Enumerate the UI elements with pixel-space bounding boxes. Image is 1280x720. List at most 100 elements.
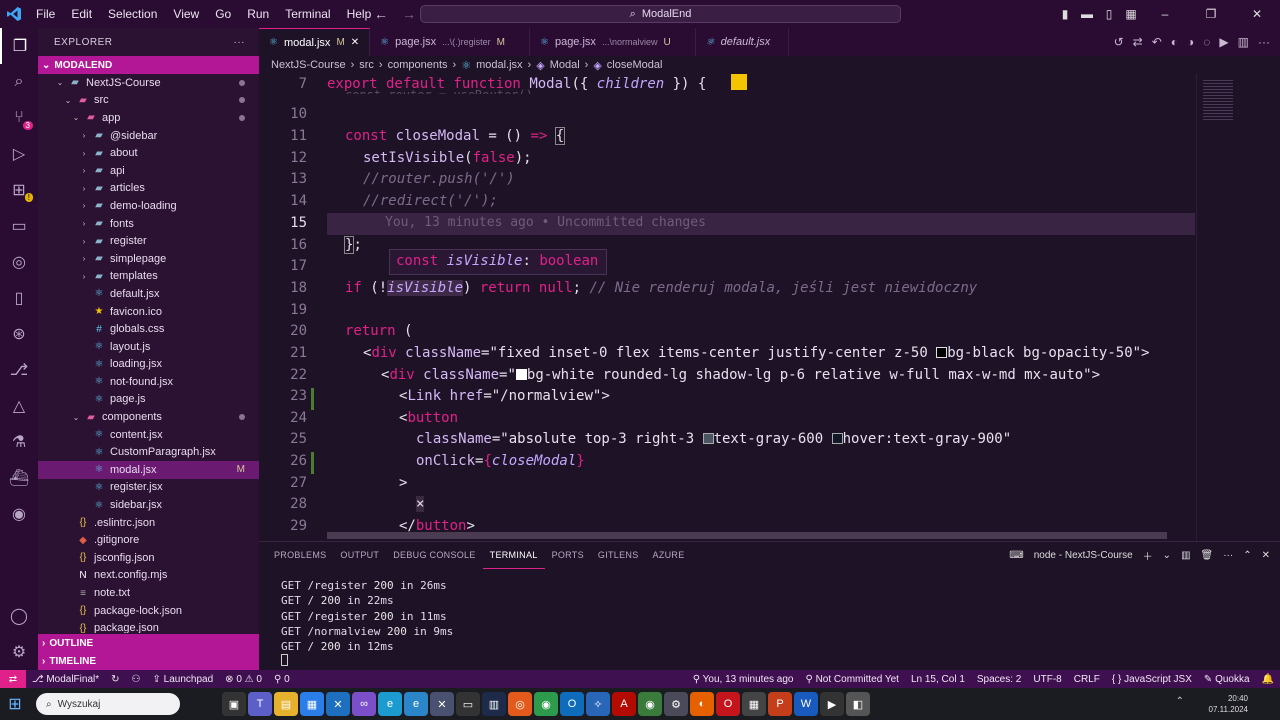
crumb-function[interactable]: Modal <box>550 59 580 71</box>
tree-item[interactable]: ⌄ ▰ components <box>38 408 259 426</box>
manage-gear-icon[interactable]: ⚙ <box>0 634 38 670</box>
acrobat-icon[interactable]: A <box>612 692 636 716</box>
tree-item[interactable]: › ▰ api <box>38 162 259 180</box>
powerpoint-icon[interactable]: P <box>768 692 792 716</box>
split-editor-icon[interactable]: ▥ <box>1238 35 1249 49</box>
gitlens-icon[interactable]: ⊛ <box>0 316 38 352</box>
tree-item[interactable]: › ▰ about <box>38 144 259 162</box>
terminal-name[interactable]: node - NextJS-Course <box>1034 550 1133 561</box>
tree-item[interactable]: Nnext.config.mjs <box>38 567 259 585</box>
toggle-panel-icon[interactable]: ▬ <box>1076 7 1098 21</box>
tree-item[interactable]: ⌄ ▰ app <box>38 109 259 127</box>
tree-item[interactable]: ⚛ sidebar.jsx <box>38 496 259 514</box>
tree-item[interactable]: › ▰ simplepage <box>38 250 259 268</box>
split-terminal-icon[interactable]: ▥ <box>1181 550 1190 561</box>
tab-page-normalview[interactable]: ⚛ page.jsx ...\normalview U <box>530 28 696 56</box>
tab-page-register[interactable]: ⚛ page.jsx ...\(.)register M <box>370 28 530 56</box>
task-view-icon[interactable]: ▣ <box>222 692 246 716</box>
vscode-taskbar-icon[interactable]: ✕ <box>326 692 350 716</box>
indentation[interactable]: Spaces: 2 <box>971 674 1027 685</box>
tree-item[interactable]: {} .eslintrc.json <box>38 514 259 532</box>
calculator-icon[interactable]: ▦ <box>742 692 766 716</box>
tree-item[interactable]: ★ favicon.ico <box>38 303 259 321</box>
tree-item[interactable]: › ▰ @sidebar <box>38 127 259 145</box>
app-icon[interactable]: ◧ <box>846 692 870 716</box>
toggle-primary-sidebar-icon[interactable]: ▮ <box>1054 7 1076 21</box>
photoshop-icon[interactable]: ▥ <box>482 692 506 716</box>
history-icon[interactable]: ↺ <box>1114 35 1124 49</box>
menu-selection[interactable]: Selection <box>100 0 165 28</box>
visual-studio-icon[interactable]: ∞ <box>352 692 376 716</box>
tab-output[interactable]: OUTPUT <box>333 542 386 568</box>
tree-item[interactable]: ⌄ ▰ NextJS-Course <box>38 74 259 92</box>
sql-studio-icon[interactable]: ⚙ <box>664 692 688 716</box>
tree-item[interactable]: ≡ note.txt <box>38 584 259 602</box>
run-code-icon[interactable]: ▶ <box>1219 35 1228 49</box>
search-icon[interactable]: ⌕ <box>0 64 38 100</box>
notifications-icon[interactable]: 🔔 <box>1256 674 1280 685</box>
chevron-down-icon[interactable]: ⌄ <box>1163 550 1171 561</box>
more-actions-icon[interactable]: ··· <box>1258 35 1270 49</box>
azure-icon[interactable]: △ <box>0 388 38 424</box>
close-icon[interactable]: ✕ <box>1234 7 1280 21</box>
run-debug-icon[interactable]: ▷ <box>0 136 38 172</box>
azure-data-studio-icon[interactable]: ✧ <box>586 692 610 716</box>
customize-layout-icon[interactable]: ▦ <box>1120 7 1142 21</box>
firefox-icon[interactable]: ◐ <box>690 692 714 716</box>
timeline-section[interactable]: › TIMELINE <box>38 652 259 670</box>
teams-icon[interactable]: T <box>248 692 272 716</box>
tab-problems[interactable]: PROBLEMS <box>267 542 333 568</box>
language-mode[interactable]: { } JavaScript JSX <box>1106 674 1198 685</box>
menu-go[interactable]: Go <box>207 0 239 28</box>
windows-start-icon[interactable]: ⊞ <box>0 688 30 720</box>
cursor-position[interactable]: Ln 15, Col 1 <box>905 674 971 685</box>
eol[interactable]: CRLF <box>1068 674 1106 685</box>
tree-item[interactable]: › ▰ demo-loading <box>38 197 259 215</box>
toggle-secondary-sidebar-icon[interactable]: ▯ <box>1098 7 1120 21</box>
tab-debug-console[interactable]: DEBUG CONSOLE <box>386 542 482 568</box>
blame-status[interactable]: ⚲ You, 13 minutes ago <box>687 674 800 685</box>
tab-terminal[interactable]: TERMINAL <box>482 542 545 569</box>
chrome-icon[interactable]: ◉ <box>534 692 558 716</box>
tree-item[interactable]: ⚛ register.jsx <box>38 479 259 497</box>
taskbar-clock[interactable]: 20:40 07.11.2024 <box>1209 693 1248 715</box>
remote-explorer-icon[interactable]: ▭ <box>0 208 38 244</box>
horizontal-scrollbar[interactable] <box>327 532 1167 539</box>
tab-azure[interactable]: AZURE <box>646 542 692 568</box>
launchpad-status[interactable]: ⇪ Launchpad <box>146 674 219 685</box>
edge-devtools-icon[interactable]: ◎ <box>0 244 38 280</box>
media-player-icon[interactable]: ▶ <box>820 692 844 716</box>
tab-ports[interactable]: PORTS <box>545 542 591 568</box>
opera-icon[interactable]: O <box>716 692 740 716</box>
command-center[interactable]: ⌕ ModalEnd <box>420 5 901 23</box>
tree-item[interactable]: # globals.css <box>38 320 259 338</box>
encoding[interactable]: UTF-8 <box>1027 674 1067 685</box>
problems-status[interactable]: ⊗ 0 ⚠ 0 <box>219 674 268 685</box>
restore-icon[interactable]: ❐ <box>1188 7 1234 21</box>
edge-dev-icon[interactable]: e <box>404 692 428 716</box>
tree-item[interactable]: {} jsconfig.json <box>38 549 259 567</box>
edge-icon[interactable]: e <box>378 692 402 716</box>
more-actions-icon[interactable]: ··· <box>234 37 246 48</box>
tree-item[interactable]: ⚛ layout.js <box>38 338 259 356</box>
chrome-dev-icon[interactable]: ◉ <box>638 692 662 716</box>
commit-status[interactable]: ⚲ Not Committed Yet <box>799 674 904 685</box>
ports-status[interactable]: ⚲ 0 <box>268 674 296 685</box>
open-changes-icon[interactable]: ◌ <box>1203 35 1210 49</box>
tab-close-icon[interactable]: ✕ <box>351 37 359 48</box>
trash-icon[interactable]: 🗑 <box>1201 550 1214 561</box>
xampp-icon[interactable]: ✕ <box>430 692 454 716</box>
quokka-status[interactable]: ✎ Quokka <box>1198 674 1256 685</box>
branch-status[interactable]: ⎇ ModalFinal* <box>26 674 105 685</box>
sync-icon[interactable]: ↻ <box>105 674 125 685</box>
menu-edit[interactable]: Edit <box>63 0 100 28</box>
outline-section[interactable]: › OUTLINE <box>38 634 259 652</box>
tree-item[interactable]: ⚛ page.js <box>38 391 259 409</box>
word-icon[interactable]: W <box>794 692 818 716</box>
tree-item[interactable]: {} package.json <box>38 619 259 633</box>
menu-terminal[interactable]: Terminal <box>277 0 338 28</box>
explorer-icon[interactable]: ❐ <box>0 28 38 64</box>
remote-icon[interactable]: ⇄ <box>0 670 26 688</box>
minimize-icon[interactable]: – <box>1142 7 1188 21</box>
compare-icon[interactable]: ⇄ <box>1133 35 1143 49</box>
